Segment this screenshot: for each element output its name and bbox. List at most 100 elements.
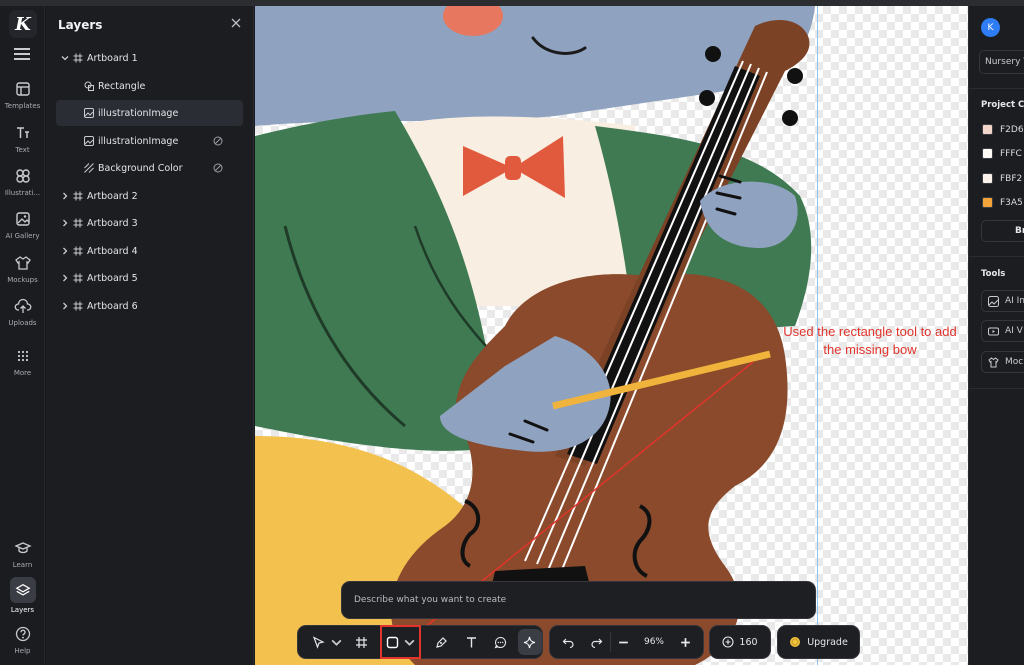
rail-label: Text	[15, 146, 30, 154]
layer-row-background-color[interactable]: Background Color	[56, 155, 243, 181]
rail-item-templates[interactable]: Templates	[0, 80, 45, 110]
illustrations-icon	[15, 169, 30, 183]
upgrade-button[interactable]: Upgrade	[777, 625, 860, 659]
layer-label: illustrationImage	[98, 135, 179, 147]
rectangle-tool-button[interactable]	[379, 625, 422, 659]
layer-row-artboard-6[interactable]: Artboard 6	[56, 293, 243, 319]
ai-image-icon	[988, 295, 999, 307]
comment-tool-button[interactable]	[488, 625, 512, 659]
layer-label: Artboard 1	[87, 52, 138, 64]
undo-button[interactable]	[554, 625, 582, 659]
tools-title: Tools	[981, 269, 1006, 279]
zoom-level[interactable]: 96%	[635, 625, 673, 659]
uploads-icon	[14, 298, 31, 313]
layer-label: Artboard 2	[87, 190, 138, 202]
brand-button[interactable]: Br	[981, 220, 1024, 242]
more-icon	[17, 350, 28, 362]
color-swatch[interactable]	[982, 148, 993, 159]
chevron-right-icon[interactable]	[60, 246, 70, 256]
frame-tool-button[interactable]	[350, 625, 374, 659]
color-swatch[interactable]	[982, 197, 993, 208]
app-logo[interactable]: K	[9, 10, 37, 38]
eye-off-icon[interactable]	[213, 163, 223, 173]
rail-label: AI Gallery	[5, 232, 40, 240]
select-tool-dropdown[interactable]	[330, 625, 343, 659]
pen-tool-button[interactable]	[429, 625, 453, 659]
layer-row-illustration-image[interactable]: illustrationImage	[56, 128, 243, 154]
layer-row-illustration-image-selected[interactable]: illustrationImage	[56, 100, 243, 126]
avatar[interactable]: K	[981, 18, 1000, 37]
ai-sparkle-button[interactable]	[517, 629, 543, 655]
tool-ai-image[interactable]: AI Im	[981, 290, 1024, 312]
layers-icon-box	[9, 577, 36, 603]
chevron-right-icon[interactable]	[60, 273, 70, 283]
rail-item-help[interactable]: Help	[0, 625, 45, 655]
layer-label: Rectangle	[98, 80, 146, 92]
frame-icon	[356, 636, 368, 648]
rectangle-icon	[386, 636, 398, 648]
color-swatch-row[interactable]: FBF2	[982, 173, 1022, 184]
color-swatch-row[interactable]: FFFC	[982, 148, 1022, 159]
chevron-right-icon[interactable]	[60, 191, 70, 201]
layer-row-artboard-4[interactable]: Artboard 4	[56, 238, 243, 264]
zoom-in-button[interactable]	[673, 625, 697, 659]
tool-mockup[interactable]: Moc	[981, 351, 1024, 373]
chevron-right-icon[interactable]	[60, 301, 70, 311]
design-canvas[interactable]: Used the rectangle tool to add the missi…	[255, 6, 968, 665]
artboard-icon	[73, 191, 83, 201]
rail-item-learn[interactable]: Learn	[0, 539, 45, 569]
credits-button[interactable]: 160	[709, 625, 771, 659]
divider	[969, 88, 1024, 89]
rail-item-text[interactable]: Text	[0, 124, 45, 154]
layer-label: Artboard 5	[87, 272, 138, 284]
layer-label: illustrationImage	[98, 107, 179, 119]
color-swatch-row[interactable]: F2D6	[982, 124, 1024, 135]
color-hex: F3A5	[1000, 197, 1023, 208]
project-name-field[interactable]: Nursery V	[979, 50, 1024, 74]
chevron-down-icon[interactable]	[403, 636, 416, 649]
credits-count: 160	[739, 636, 758, 648]
menu-icon[interactable]	[14, 48, 30, 60]
chevron-down-icon[interactable]	[60, 53, 70, 63]
divider	[969, 388, 1024, 389]
rail-item-uploads[interactable]: Uploads	[0, 297, 45, 327]
close-icon[interactable]	[231, 18, 241, 28]
rail-item-more[interactable]: More	[0, 347, 45, 377]
rail-item-ai-gallery[interactable]: AI Gallery	[0, 210, 45, 240]
shape-icon	[84, 81, 94, 91]
learn-icon	[13, 542, 32, 554]
ai-prompt-input[interactable]: Describe what you want to create	[341, 581, 816, 619]
ai-gallery-icon	[15, 212, 30, 226]
layer-row-artboard-5[interactable]: Artboard 5	[56, 265, 243, 291]
tool-ai-video[interactable]: AI V	[981, 320, 1024, 342]
color-swatch[interactable]	[982, 173, 993, 184]
upgrade-label: Upgrade	[807, 636, 848, 648]
tool-label: Moc	[1005, 357, 1024, 367]
artboard-icon	[73, 53, 83, 63]
layer-row-artboard-1[interactable]: Artboard 1	[56, 45, 243, 71]
layer-row-artboard-3[interactable]: Artboard 3	[56, 210, 243, 236]
layer-row-rectangle[interactable]: Rectangle	[56, 73, 243, 99]
rail-item-layers[interactable]: Layers	[0, 577, 45, 614]
pen-icon	[436, 636, 447, 648]
text-icon	[466, 636, 476, 647]
rail-item-illustrations[interactable]: Illustrati...	[0, 167, 45, 197]
annotation-text: Used the rectangle tool to add the missi…	[783, 324, 957, 357]
layer-row-artboard-2[interactable]: Artboard 2	[56, 183, 243, 209]
layer-label: Artboard 6	[87, 300, 138, 312]
chevron-right-icon[interactable]	[60, 218, 70, 228]
color-swatch[interactable]	[982, 124, 993, 135]
zoom-out-button[interactable]	[611, 625, 635, 659]
select-tool-button[interactable]	[306, 625, 330, 659]
eye-off-icon[interactable]	[213, 136, 223, 146]
right-panel: K Nursery V Project Co F2D6 FFFC FBF2 F3…	[968, 6, 1024, 665]
redo-button[interactable]	[582, 625, 610, 659]
text-tool-button[interactable]	[459, 625, 483, 659]
artboard-icon	[73, 301, 83, 311]
tool-label: AI V	[1005, 326, 1023, 336]
layer-label: Artboard 4	[87, 245, 138, 257]
rail-item-mockups[interactable]: Mockups	[0, 254, 45, 284]
rail-label: More	[13, 369, 32, 377]
color-swatch-row[interactable]: F3A5	[982, 197, 1023, 208]
comment-icon	[494, 636, 506, 648]
